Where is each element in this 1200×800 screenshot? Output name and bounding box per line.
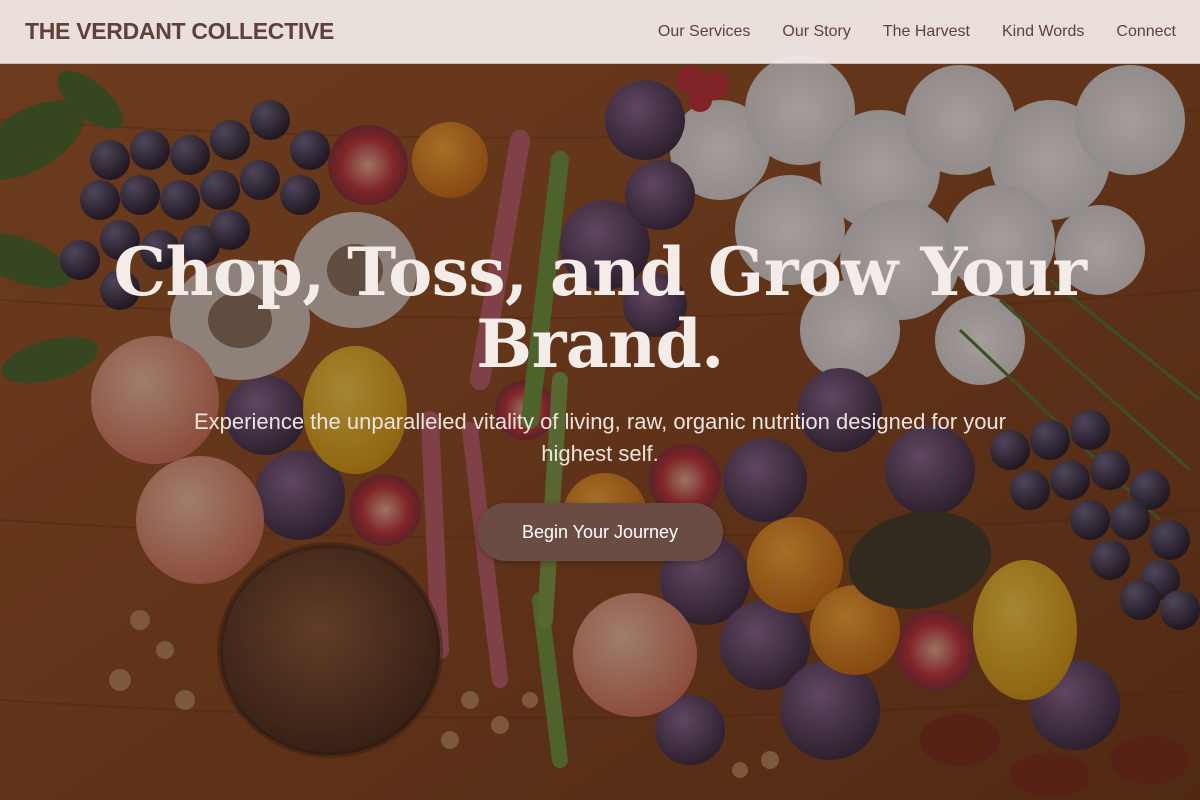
landing-page: THE VERDANT COLLECTIVE Our Services Our …	[0, 0, 1200, 800]
site-header: THE VERDANT COLLECTIVE Our Services Our …	[0, 0, 1200, 64]
hero-section: Chop, Toss, and Grow Your Brand. Experie…	[0, 0, 1200, 800]
nav-link-our-story[interactable]: Our Story	[782, 23, 850, 41]
nav-link-connect[interactable]: Connect	[1116, 23, 1176, 41]
brand-logo-link[interactable]: THE VERDANT COLLECTIVE	[25, 18, 334, 45]
nav-link-the-harvest[interactable]: The Harvest	[883, 23, 970, 41]
nav-link-our-services[interactable]: Our Services	[658, 23, 750, 41]
hero-title: Chop, Toss, and Grow Your Brand.	[113, 233, 1087, 383]
nav-link-kind-words[interactable]: Kind Words	[1002, 23, 1084, 41]
begin-journey-button[interactable]: Begin Your Journey	[477, 503, 723, 561]
hero-subtitle: Experience the unparalleled vitality of …	[193, 409, 1006, 466]
main-nav: Our Services Our Story The Harvest Kind …	[658, 23, 1176, 41]
